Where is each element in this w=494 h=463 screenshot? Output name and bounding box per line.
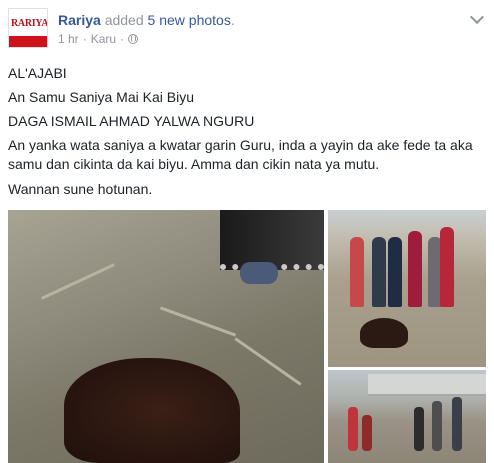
- chevron-down-icon[interactable]: [469, 9, 485, 25]
- photo-detail: [234, 337, 302, 386]
- post-text-line: DAGA ISMAIL AHMAD YALWA NGURU: [8, 113, 255, 129]
- photo-detail: [64, 358, 240, 463]
- photo-detail: [159, 306, 237, 337]
- photo-detail: [350, 237, 364, 307]
- photo-detail: [41, 263, 115, 300]
- post-text-line: AL'AJABI: [8, 65, 67, 81]
- post-photo-2[interactable]: [328, 210, 486, 367]
- photo-detail: [362, 415, 372, 451]
- photo-detail: [408, 231, 422, 307]
- avatar-logo: RARIYA: [11, 18, 48, 29]
- photo-detail: [220, 210, 324, 270]
- page-avatar[interactable]: RARIYA: [8, 8, 48, 48]
- avatar-logo-bar: [9, 36, 47, 47]
- photo-detail: [432, 401, 442, 451]
- photo-detail: [372, 237, 386, 307]
- new-photos-link[interactable]: 5 new photos: [148, 12, 231, 28]
- page-name-link[interactable]: Rariya: [58, 12, 101, 28]
- meta-separator: ·: [82, 32, 87, 46]
- post-location[interactable]: Karu: [91, 32, 116, 46]
- globe-icon[interactable]: [128, 34, 139, 44]
- photo-detail: [360, 318, 408, 348]
- photo-detail: [440, 227, 454, 307]
- post-action-text: added: [104, 12, 144, 28]
- facebook-post: RARIYA Rariya added 5 new photos. 1 hr ·…: [0, 0, 494, 463]
- post-timestamp[interactable]: 1 hr: [58, 32, 79, 46]
- post-action-suffix: .: [230, 12, 235, 28]
- post-text-paragraph: An yanka wata saniya a kwatar garin Guru…: [8, 137, 473, 172]
- post-text-line: Wannan sune hotunan.: [8, 181, 153, 197]
- photo-detail: [414, 407, 424, 451]
- post-meta: 1 hr · Karu ·: [58, 32, 139, 46]
- photo-detail: [368, 374, 486, 396]
- photo-detail: [348, 407, 358, 451]
- post-photo-main[interactable]: [8, 210, 324, 463]
- post-header: Rariya added 5 new photos.: [58, 12, 235, 28]
- post-text-line: An Samu Saniya Mai Kai Biyu: [8, 89, 194, 105]
- meta-separator-2: ·: [120, 32, 125, 46]
- post-photo-3[interactable]: [328, 370, 486, 463]
- photo-detail: [452, 397, 462, 451]
- photo-detail: [240, 262, 278, 284]
- photo-detail: [388, 237, 402, 307]
